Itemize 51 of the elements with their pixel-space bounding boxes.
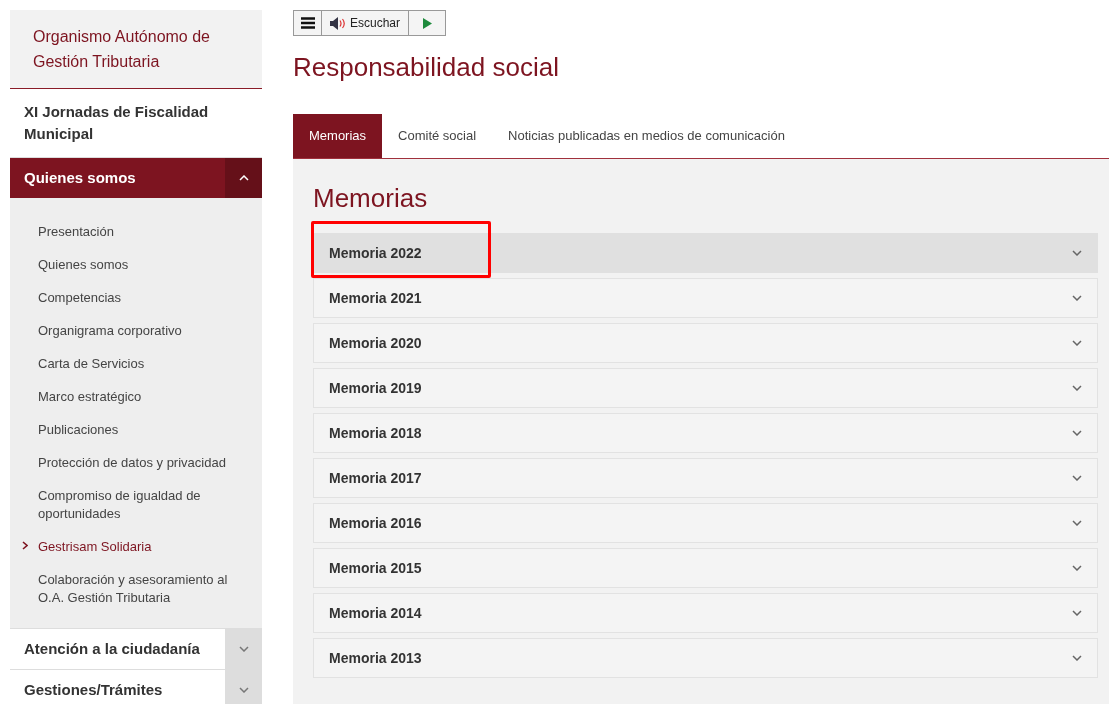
accordion-item[interactable]: Memoria 2015 (313, 548, 1098, 588)
speaker-icon (330, 16, 346, 30)
submenu-item[interactable]: Colaboración y asesoramiento al O.A. Gestión Tributaria (38, 570, 242, 607)
chevron-icon (238, 646, 249, 652)
section-label: Quienes somos (23, 167, 137, 188)
accordion-item[interactable]: Memoria 2021 (313, 278, 1098, 318)
chevron-icon (1072, 295, 1082, 301)
accordion-item[interactable]: Memoria 2020 (313, 323, 1098, 363)
play-icon (422, 17, 432, 29)
chevron-icon (238, 175, 249, 181)
submenu-item[interactable]: Organigrama corporativo (38, 321, 182, 340)
submenu-item[interactable]: Competencias (38, 288, 122, 307)
chevron-icon (238, 687, 249, 693)
accordion-item[interactable]: Memoria 2013 (313, 638, 1098, 678)
chevron-icon (1072, 340, 1082, 346)
sidebar-section[interactable]: Gestiones/Trámites (10, 669, 262, 704)
section-label: Atención a la ciudadanía (23, 638, 201, 659)
submenu-item[interactable]: Carta de Servicios (38, 354, 145, 373)
chevron-icon (1072, 520, 1082, 526)
listen-button[interactable]: Escuchar (322, 11, 410, 35)
accordion-item[interactable]: Memoria 2017 (313, 458, 1098, 498)
organization-name: Organismo Autónomo de Gestión Tributaria (33, 27, 211, 72)
chevron-icon (1072, 385, 1082, 391)
expand-toggle[interactable] (225, 670, 262, 704)
chevron-icon (1072, 565, 1082, 571)
menu-icon (300, 17, 315, 29)
submenu-item[interactable]: Presentación (38, 222, 114, 241)
section-label: Gestiones/Trámites (23, 679, 164, 700)
tab[interactable]: Memorias (293, 114, 383, 158)
expand-toggle[interactable] (225, 629, 262, 669)
accordion-item[interactable]: Memoria 2014 (313, 593, 1098, 633)
chevron-icon (1072, 430, 1082, 436)
submenu-item[interactable]: Marco estratégico (38, 387, 142, 406)
submenu-item[interactable]: Compromiso de igualdad de oportunidades (38, 486, 242, 523)
accordion-item[interactable]: Memoria 2018 (313, 413, 1098, 453)
section-title: Memorias (313, 182, 428, 215)
accordion-item[interactable]: Memoria 2016 (313, 503, 1098, 543)
chevron-icon (1072, 475, 1082, 481)
accordion-item[interactable]: Memoria 2022 (313, 233, 1098, 273)
chevron-icon (1072, 610, 1082, 616)
submenu-item[interactable]: Protección de datos y privacidad (38, 453, 226, 472)
page-title: Responsabilidad social (293, 51, 559, 84)
chevron-icon (1072, 655, 1082, 661)
chevron-icon (1072, 250, 1082, 256)
sidebar-section[interactable]: Quienes somos (10, 157, 262, 198)
expand-toggle[interactable] (225, 158, 262, 198)
submenu-item[interactable]: Quienes somos (38, 255, 129, 274)
sidebar-section[interactable]: Atención a la ciudadanía (10, 628, 262, 669)
submenu-item[interactable]: Publicaciones (38, 420, 119, 439)
accordion-item[interactable]: Memoria 2019 (313, 368, 1098, 408)
submenu-item[interactable]: Gestrisam Solidaria (38, 537, 152, 556)
